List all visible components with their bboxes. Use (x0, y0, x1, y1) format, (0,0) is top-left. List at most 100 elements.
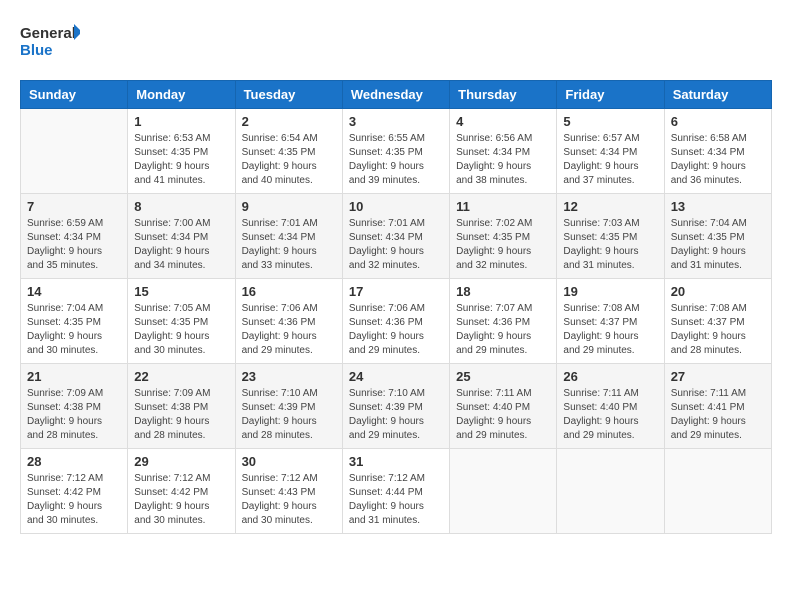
sunrise-text: Sunrise: 7:10 AM (242, 388, 318, 399)
calendar-day-cell: 11 Sunrise: 7:02 AM Sunset: 4:35 PM Dayl… (450, 194, 557, 279)
day-number: 5 (563, 114, 657, 129)
day-info: Sunrise: 6:55 AM Sunset: 4:35 PM Dayligh… (349, 132, 443, 188)
sunrise-text: Sunrise: 7:07 AM (456, 303, 532, 314)
day-info: Sunrise: 7:11 AM Sunset: 4:41 PM Dayligh… (671, 387, 765, 443)
sunset-text: Sunset: 4:37 PM (671, 317, 745, 328)
daylight-text: Daylight: 9 hours and 29 minutes. (349, 331, 424, 356)
sunset-text: Sunset: 4:36 PM (456, 317, 530, 328)
sunrise-text: Sunrise: 7:12 AM (134, 473, 210, 484)
day-number: 29 (134, 454, 228, 469)
sunrise-text: Sunrise: 6:53 AM (134, 133, 210, 144)
calendar-day-cell: 14 Sunrise: 7:04 AM Sunset: 4:35 PM Dayl… (21, 279, 128, 364)
calendar-day-cell: 18 Sunrise: 7:07 AM Sunset: 4:36 PM Dayl… (450, 279, 557, 364)
sunrise-text: Sunrise: 7:10 AM (349, 388, 425, 399)
sunset-text: Sunset: 4:34 PM (242, 232, 316, 243)
calendar-day-cell: 5 Sunrise: 6:57 AM Sunset: 4:34 PM Dayli… (557, 109, 664, 194)
day-info: Sunrise: 7:12 AM Sunset: 4:42 PM Dayligh… (134, 472, 228, 528)
sunset-text: Sunset: 4:41 PM (671, 402, 745, 413)
calendar-day-cell: 30 Sunrise: 7:12 AM Sunset: 4:43 PM Dayl… (235, 449, 342, 534)
day-info: Sunrise: 7:04 AM Sunset: 4:35 PM Dayligh… (27, 302, 121, 358)
calendar-day-cell (450, 449, 557, 534)
sunrise-text: Sunrise: 6:54 AM (242, 133, 318, 144)
sunset-text: Sunset: 4:35 PM (134, 317, 208, 328)
daylight-text: Daylight: 9 hours and 30 minutes. (134, 331, 209, 356)
daylight-text: Daylight: 9 hours and 34 minutes. (134, 246, 209, 271)
day-number: 26 (563, 369, 657, 384)
day-number: 13 (671, 199, 765, 214)
day-info: Sunrise: 7:11 AM Sunset: 4:40 PM Dayligh… (456, 387, 550, 443)
day-number: 21 (27, 369, 121, 384)
sunset-text: Sunset: 4:34 PM (134, 232, 208, 243)
calendar-day-cell (664, 449, 771, 534)
sunset-text: Sunset: 4:40 PM (456, 402, 530, 413)
day-info: Sunrise: 7:01 AM Sunset: 4:34 PM Dayligh… (349, 217, 443, 273)
day-info: Sunrise: 6:53 AM Sunset: 4:35 PM Dayligh… (134, 132, 228, 188)
sunset-text: Sunset: 4:35 PM (349, 147, 423, 158)
calendar-col-header: Wednesday (342, 81, 449, 109)
day-number: 16 (242, 284, 336, 299)
day-info: Sunrise: 7:09 AM Sunset: 4:38 PM Dayligh… (27, 387, 121, 443)
day-number: 15 (134, 284, 228, 299)
daylight-text: Daylight: 9 hours and 38 minutes. (456, 161, 531, 186)
daylight-text: Daylight: 9 hours and 37 minutes. (563, 161, 638, 186)
sunrise-text: Sunrise: 7:12 AM (349, 473, 425, 484)
day-info: Sunrise: 7:08 AM Sunset: 4:37 PM Dayligh… (563, 302, 657, 358)
page-header: General Blue (20, 20, 772, 64)
daylight-text: Daylight: 9 hours and 29 minutes. (456, 416, 531, 441)
calendar-day-cell: 17 Sunrise: 7:06 AM Sunset: 4:36 PM Dayl… (342, 279, 449, 364)
day-number: 25 (456, 369, 550, 384)
sunrise-text: Sunrise: 7:09 AM (27, 388, 103, 399)
sunrise-text: Sunrise: 7:04 AM (27, 303, 103, 314)
day-number: 23 (242, 369, 336, 384)
sunset-text: Sunset: 4:35 PM (671, 232, 745, 243)
day-info: Sunrise: 7:12 AM Sunset: 4:44 PM Dayligh… (349, 472, 443, 528)
daylight-text: Daylight: 9 hours and 29 minutes. (242, 331, 317, 356)
sunset-text: Sunset: 4:44 PM (349, 487, 423, 498)
sunrise-text: Sunrise: 7:02 AM (456, 218, 532, 229)
daylight-text: Daylight: 9 hours and 30 minutes. (27, 501, 102, 526)
day-number: 8 (134, 199, 228, 214)
sunrise-text: Sunrise: 7:06 AM (349, 303, 425, 314)
sunset-text: Sunset: 4:34 PM (671, 147, 745, 158)
sunset-text: Sunset: 4:34 PM (456, 147, 530, 158)
sunrise-text: Sunrise: 6:58 AM (671, 133, 747, 144)
sunrise-text: Sunrise: 6:59 AM (27, 218, 103, 229)
daylight-text: Daylight: 9 hours and 28 minutes. (242, 416, 317, 441)
daylight-text: Daylight: 9 hours and 30 minutes. (134, 501, 209, 526)
day-number: 7 (27, 199, 121, 214)
calendar-day-cell: 6 Sunrise: 6:58 AM Sunset: 4:34 PM Dayli… (664, 109, 771, 194)
daylight-text: Daylight: 9 hours and 31 minutes. (671, 246, 746, 271)
day-info: Sunrise: 7:12 AM Sunset: 4:42 PM Dayligh… (27, 472, 121, 528)
calendar-week-row: 14 Sunrise: 7:04 AM Sunset: 4:35 PM Dayl… (21, 279, 772, 364)
calendar-day-cell: 20 Sunrise: 7:08 AM Sunset: 4:37 PM Dayl… (664, 279, 771, 364)
calendar-day-cell: 4 Sunrise: 6:56 AM Sunset: 4:34 PM Dayli… (450, 109, 557, 194)
daylight-text: Daylight: 9 hours and 32 minutes. (456, 246, 531, 271)
calendar-day-cell: 15 Sunrise: 7:05 AM Sunset: 4:35 PM Dayl… (128, 279, 235, 364)
sunset-text: Sunset: 4:35 PM (563, 232, 637, 243)
calendar-day-cell: 31 Sunrise: 7:12 AM Sunset: 4:44 PM Dayl… (342, 449, 449, 534)
day-number: 27 (671, 369, 765, 384)
sunset-text: Sunset: 4:43 PM (242, 487, 316, 498)
day-info: Sunrise: 7:07 AM Sunset: 4:36 PM Dayligh… (456, 302, 550, 358)
calendar-day-cell: 23 Sunrise: 7:10 AM Sunset: 4:39 PM Dayl… (235, 364, 342, 449)
day-number: 3 (349, 114, 443, 129)
day-info: Sunrise: 7:06 AM Sunset: 4:36 PM Dayligh… (349, 302, 443, 358)
day-info: Sunrise: 7:02 AM Sunset: 4:35 PM Dayligh… (456, 217, 550, 273)
daylight-text: Daylight: 9 hours and 29 minutes. (456, 331, 531, 356)
day-number: 10 (349, 199, 443, 214)
sunrise-text: Sunrise: 7:06 AM (242, 303, 318, 314)
calendar-day-cell: 22 Sunrise: 7:09 AM Sunset: 4:38 PM Dayl… (128, 364, 235, 449)
day-number: 30 (242, 454, 336, 469)
day-info: Sunrise: 6:54 AM Sunset: 4:35 PM Dayligh… (242, 132, 336, 188)
sunrise-text: Sunrise: 7:00 AM (134, 218, 210, 229)
calendar-col-header: Monday (128, 81, 235, 109)
day-info: Sunrise: 7:03 AM Sunset: 4:35 PM Dayligh… (563, 217, 657, 273)
sunrise-text: Sunrise: 6:57 AM (563, 133, 639, 144)
day-number: 2 (242, 114, 336, 129)
calendar-table: SundayMondayTuesdayWednesdayThursdayFrid… (20, 80, 772, 534)
calendar-day-cell: 26 Sunrise: 7:11 AM Sunset: 4:40 PM Dayl… (557, 364, 664, 449)
calendar-day-cell: 29 Sunrise: 7:12 AM Sunset: 4:42 PM Dayl… (128, 449, 235, 534)
sunrise-text: Sunrise: 7:01 AM (349, 218, 425, 229)
logo-svg: General Blue (20, 20, 80, 64)
daylight-text: Daylight: 9 hours and 30 minutes. (27, 331, 102, 356)
